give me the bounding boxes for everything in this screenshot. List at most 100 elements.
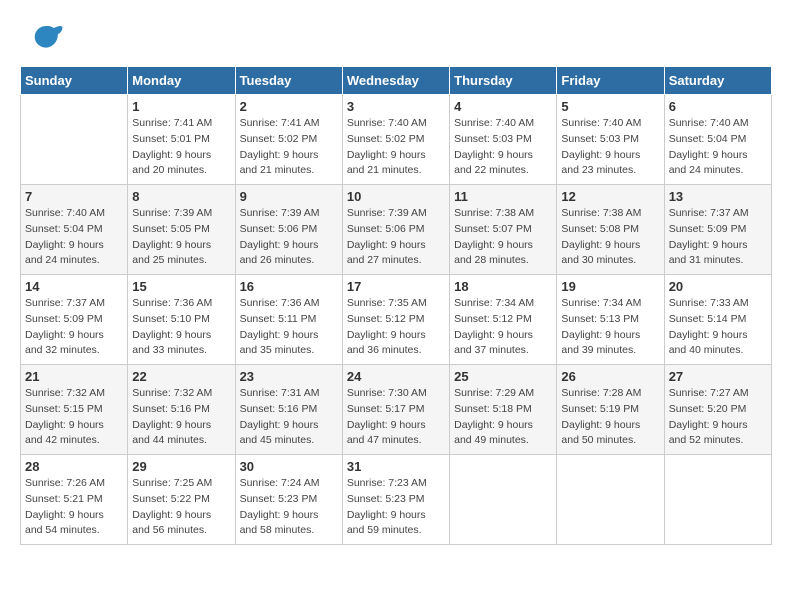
day-info: Sunrise: 7:35 AMSunset: 5:12 PMDaylight:… (347, 296, 445, 359)
calendar-cell: 5Sunrise: 7:40 AMSunset: 5:03 PMDaylight… (557, 95, 664, 185)
day-info: Sunrise: 7:41 AMSunset: 5:02 PMDaylight:… (240, 116, 338, 179)
day-info: Sunrise: 7:25 AMSunset: 5:22 PMDaylight:… (132, 476, 230, 539)
day-info: Sunrise: 7:34 AMSunset: 5:12 PMDaylight:… (454, 296, 552, 359)
calendar-cell: 9 Sunrise: 7:39 AMSunset: 5:06 PMDaylight… (235, 185, 342, 275)
day-number: 14 (25, 279, 123, 294)
day-number: 26 (561, 369, 659, 384)
calendar-cell: 27 Sunrise: 7:27 AMSunset: 5:20 PMDayligh… (664, 365, 771, 455)
day-number: 13 (669, 189, 767, 204)
calendar-cell: 29 Sunrise: 7:25 AMSunset: 5:22 PMDayligh… (128, 455, 235, 545)
day-number: 15 (132, 279, 230, 294)
calendar-cell: 24 Sunrise: 7:30 AMSunset: 5:17 PMDayligh… (342, 365, 449, 455)
calendar-table: SundayMondayTuesdayWednesdayThursdayFrid… (20, 66, 772, 545)
day-info: Sunrise: 7:40 AMSunset: 5:02 PMDaylight:… (347, 116, 445, 179)
day-info: Sunrise: 7:40 AMSunset: 5:03 PMDaylight:… (454, 116, 552, 179)
day-header-thursday: Thursday (450, 67, 557, 95)
day-info: Sunrise: 7:41 AMSunset: 5:01 PMDaylight:… (132, 116, 230, 179)
day-number: 5 (561, 99, 659, 114)
day-number: 31 (347, 459, 445, 474)
calendar-cell: 1 Sunrise: 7:41 AMSunset: 5:01 PMDaylight… (128, 95, 235, 185)
day-info: Sunrise: 7:31 AMSunset: 5:16 PMDaylight:… (240, 386, 338, 449)
day-header-wednesday: Wednesday (342, 67, 449, 95)
logo-bird-icon (28, 20, 64, 56)
calendar-cell: 30Sunrise: 7:24 AMSunset: 5:23 PMDayligh… (235, 455, 342, 545)
day-number: 20 (669, 279, 767, 294)
day-number: 7 (25, 189, 123, 204)
day-number: 9 (240, 189, 338, 204)
calendar-cell: 14 Sunrise: 7:37 AMSunset: 5:09 PMDayligh… (21, 275, 128, 365)
calendar-cell: 25 Sunrise: 7:29 AMSunset: 5:18 PMDayligh… (450, 365, 557, 455)
calendar-cell: 28Sunrise: 7:26 AMSunset: 5:21 PMDayligh… (21, 455, 128, 545)
day-number: 10 (347, 189, 445, 204)
calendar-cell: 2 Sunrise: 7:41 AMSunset: 5:02 PMDaylight… (235, 95, 342, 185)
day-number: 12 (561, 189, 659, 204)
calendar-cell: 6 Sunrise: 7:40 AMSunset: 5:04 PMDaylight… (664, 95, 771, 185)
day-header-sunday: Sunday (21, 67, 128, 95)
day-info: Sunrise: 7:24 AMSunset: 5:23 PMDaylight:… (240, 476, 338, 539)
calendar-cell: 8Sunrise: 7:39 AMSunset: 5:05 PMDaylight… (128, 185, 235, 275)
calendar-cell: 17 Sunrise: 7:35 AMSunset: 5:12 PMDayligh… (342, 275, 449, 365)
logo (20, 20, 64, 56)
day-info: Sunrise: 7:23 AMSunset: 5:23 PMDaylight:… (347, 476, 445, 539)
calendar-cell: 21Sunrise: 7:32 AMSunset: 5:15 PMDayligh… (21, 365, 128, 455)
calendar-cell: 23 Sunrise: 7:31 AMSunset: 5:16 PMDayligh… (235, 365, 342, 455)
calendar-cell: 4 Sunrise: 7:40 AMSunset: 5:03 PMDaylight… (450, 95, 557, 185)
day-info: Sunrise: 7:27 AMSunset: 5:20 PMDaylight:… (669, 386, 767, 449)
day-header-friday: Friday (557, 67, 664, 95)
calendar-cell: 31 Sunrise: 7:23 AMSunset: 5:23 PMDayligh… (342, 455, 449, 545)
calendar-week-row: 1 Sunrise: 7:41 AMSunset: 5:01 PMDaylight… (21, 95, 772, 185)
day-number: 29 (132, 459, 230, 474)
day-info: Sunrise: 7:38 AMSunset: 5:07 PMDaylight:… (454, 206, 552, 269)
calendar-cell: 18 Sunrise: 7:34 AMSunset: 5:12 PMDayligh… (450, 275, 557, 365)
day-number: 4 (454, 99, 552, 114)
day-header-saturday: Saturday (664, 67, 771, 95)
day-info: Sunrise: 7:39 AMSunset: 5:06 PMDaylight:… (240, 206, 338, 269)
calendar-header-row: SundayMondayTuesdayWednesdayThursdayFrid… (21, 67, 772, 95)
day-info: Sunrise: 7:39 AMSunset: 5:06 PMDaylight:… (347, 206, 445, 269)
day-header-tuesday: Tuesday (235, 67, 342, 95)
calendar-cell (664, 455, 771, 545)
calendar-cell: 13Sunrise: 7:37 AMSunset: 5:09 PMDayligh… (664, 185, 771, 275)
calendar-cell: 26 Sunrise: 7:28 AMSunset: 5:19 PMDayligh… (557, 365, 664, 455)
day-number: 2 (240, 99, 338, 114)
day-info: Sunrise: 7:29 AMSunset: 5:18 PMDaylight:… (454, 386, 552, 449)
calendar-cell: 12 Sunrise: 7:38 AMSunset: 5:08 PMDayligh… (557, 185, 664, 275)
day-info: Sunrise: 7:34 AMSunset: 5:13 PMDaylight:… (561, 296, 659, 359)
day-info: Sunrise: 7:40 AMSunset: 5:04 PMDaylight:… (669, 116, 767, 179)
calendar-cell: 7 Sunrise: 7:40 AMSunset: 5:04 PMDaylight… (21, 185, 128, 275)
day-info: Sunrise: 7:33 AMSunset: 5:14 PMDaylight:… (669, 296, 767, 359)
calendar-cell: 16 Sunrise: 7:36 AMSunset: 5:11 PMDayligh… (235, 275, 342, 365)
day-number: 18 (454, 279, 552, 294)
calendar-cell: 20 Sunrise: 7:33 AMSunset: 5:14 PMDayligh… (664, 275, 771, 365)
header (20, 20, 772, 56)
calendar-cell: 3Sunrise: 7:40 AMSunset: 5:02 PMDaylight… (342, 95, 449, 185)
day-header-monday: Monday (128, 67, 235, 95)
day-info: Sunrise: 7:32 AMSunset: 5:16 PMDaylight:… (132, 386, 230, 449)
day-info: Sunrise: 7:28 AMSunset: 5:19 PMDaylight:… (561, 386, 659, 449)
day-number: 25 (454, 369, 552, 384)
day-number: 17 (347, 279, 445, 294)
day-number: 16 (240, 279, 338, 294)
calendar-cell: 22 Sunrise: 7:32 AMSunset: 5:16 PMDayligh… (128, 365, 235, 455)
calendar-week-row: 14 Sunrise: 7:37 AMSunset: 5:09 PMDayligh… (21, 275, 772, 365)
day-info: Sunrise: 7:30 AMSunset: 5:17 PMDaylight:… (347, 386, 445, 449)
calendar-week-row: 28Sunrise: 7:26 AMSunset: 5:21 PMDayligh… (21, 455, 772, 545)
day-info: Sunrise: 7:36 AMSunset: 5:10 PMDaylight:… (132, 296, 230, 359)
day-info: Sunrise: 7:37 AMSunset: 5:09 PMDaylight:… (25, 296, 123, 359)
calendar-week-row: 21Sunrise: 7:32 AMSunset: 5:15 PMDayligh… (21, 365, 772, 455)
calendar-cell: 10 Sunrise: 7:39 AMSunset: 5:06 PMDayligh… (342, 185, 449, 275)
day-number: 27 (669, 369, 767, 384)
day-number: 22 (132, 369, 230, 384)
day-info: Sunrise: 7:36 AMSunset: 5:11 PMDaylight:… (240, 296, 338, 359)
day-number: 24 (347, 369, 445, 384)
day-number: 23 (240, 369, 338, 384)
calendar-cell (21, 95, 128, 185)
day-number: 28 (25, 459, 123, 474)
calendar-week-row: 7 Sunrise: 7:40 AMSunset: 5:04 PMDaylight… (21, 185, 772, 275)
day-info: Sunrise: 7:40 AMSunset: 5:04 PMDaylight:… (25, 206, 123, 269)
day-info: Sunrise: 7:38 AMSunset: 5:08 PMDaylight:… (561, 206, 659, 269)
day-number: 6 (669, 99, 767, 114)
day-number: 11 (454, 189, 552, 204)
day-number: 1 (132, 99, 230, 114)
calendar-cell (450, 455, 557, 545)
